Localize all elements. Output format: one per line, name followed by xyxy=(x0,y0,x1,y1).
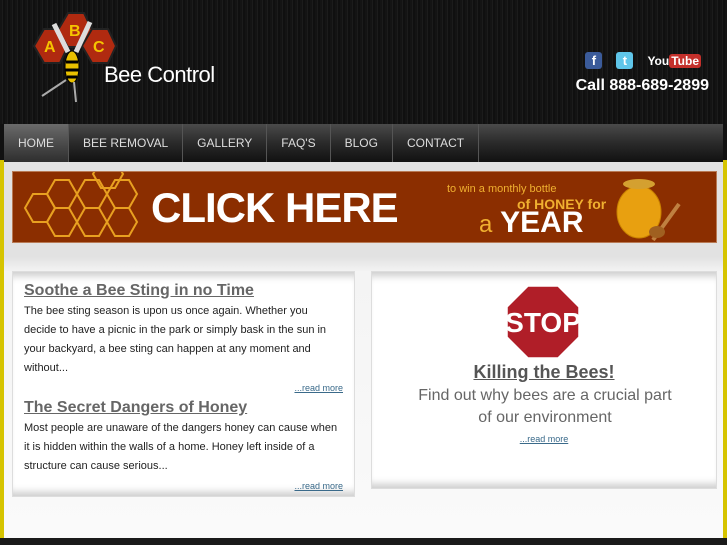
post-item: Soothe a Bee Sting in no Time The bee st… xyxy=(24,282,343,393)
honeycomb-graphic xyxy=(23,172,139,237)
header: A B C Bee Control f t You Tube Call 888-6… xyxy=(0,0,727,124)
phone-number[interactable]: Call 888-689-2899 xyxy=(576,77,709,95)
main-nav: HOME BEE REMOVAL GALLERY FAQ'S BLOG CONT… xyxy=(4,124,723,162)
banner-cta: CLICK HERE xyxy=(151,184,399,231)
read-more-link[interactable]: ...read more xyxy=(24,481,343,491)
stop-text: STOP xyxy=(506,307,580,338)
read-more-link[interactable]: ...read more xyxy=(372,434,716,444)
nav-home[interactable]: HOME xyxy=(4,124,69,162)
youtube-you: You xyxy=(647,53,670,68)
nav-blog[interactable]: BLOG xyxy=(331,124,393,162)
footer xyxy=(0,538,727,545)
twitter-icon[interactable]: t xyxy=(616,52,634,69)
honey-jar-icon xyxy=(616,179,681,242)
banner-a: a xyxy=(479,211,493,238)
post-excerpt: Most people are unaware of the dangers h… xyxy=(24,422,338,472)
social-links: f t You Tube xyxy=(585,52,701,69)
svg-text:B: B xyxy=(69,23,81,40)
svg-text:C: C xyxy=(93,39,105,56)
read-more-link[interactable]: ...read more xyxy=(24,383,343,393)
banner-line3: a YEAR xyxy=(479,206,584,240)
youtube-icon[interactable]: You Tube xyxy=(647,53,701,68)
honey-promo-banner[interactable]: CLICK HERE to win a monthly bottle of HO… xyxy=(12,171,717,243)
nav-contact[interactable]: CONTACT xyxy=(393,124,480,162)
nav-gallery[interactable]: GALLERY xyxy=(183,124,268,162)
youtube-tube: Tube xyxy=(669,53,701,68)
feature-title[interactable]: Killing the Bees! xyxy=(372,362,716,383)
feature-text: Find out why bees are a crucial part of … xyxy=(418,387,672,426)
feature-panel: STOP Killing the Bees! Find out why bees… xyxy=(371,271,717,489)
banner-year: YEAR xyxy=(500,206,584,239)
facebook-icon[interactable]: f xyxy=(585,52,603,69)
post-item: The Secret Dangers of Honey Most people … xyxy=(24,399,343,491)
post-excerpt: The bee sting season is upon us once aga… xyxy=(24,305,327,374)
nav-bee-removal[interactable]: BEE REMOVAL xyxy=(69,124,184,162)
blog-posts-panel: Soothe a Bee Sting in no Time The bee st… xyxy=(12,271,355,497)
stop-sign-icon[interactable]: STOP xyxy=(506,285,580,359)
post-title[interactable]: The Secret Dangers of Honey xyxy=(24,399,343,417)
nav-faqs[interactable]: FAQ'S xyxy=(267,124,331,162)
svg-text:A: A xyxy=(44,39,56,56)
post-title[interactable]: Soothe a Bee Sting in no Time xyxy=(24,282,343,300)
logo[interactable]: A B C xyxy=(24,12,124,104)
banner-line1: to win a monthly bottle xyxy=(447,183,557,195)
brand-name: Bee Control xyxy=(104,62,215,87)
